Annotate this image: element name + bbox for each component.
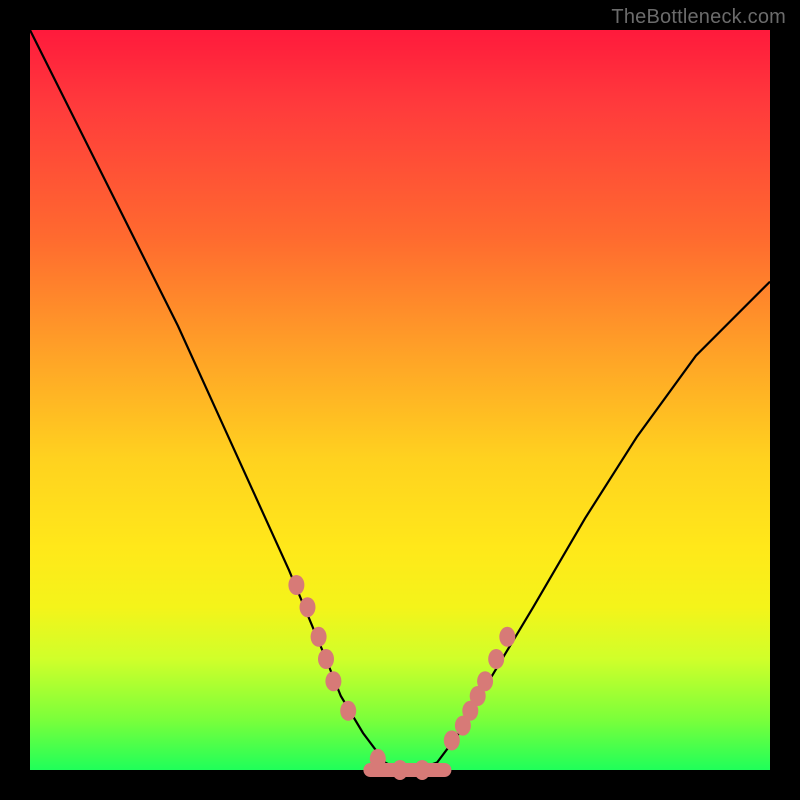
highlight-dot — [444, 730, 460, 750]
highlight-dot — [300, 597, 316, 617]
highlight-dot — [488, 649, 504, 669]
highlight-dot — [414, 760, 430, 780]
chart-frame: TheBottleneck.com — [0, 0, 800, 800]
highlight-dot — [325, 671, 341, 691]
highlight-dot — [288, 575, 304, 595]
highlight-dot — [499, 627, 515, 647]
highlight-dot — [340, 701, 356, 721]
highlight-dot — [311, 627, 327, 647]
highlight-dot — [477, 671, 493, 691]
curve-svg — [30, 30, 770, 770]
highlight-dot — [370, 749, 386, 769]
highlight-dot — [392, 760, 408, 780]
bottleneck-curve — [30, 30, 770, 770]
highlight-dots — [288, 575, 515, 780]
watermark-text: TheBottleneck.com — [611, 6, 786, 29]
plot-area — [30, 30, 770, 770]
highlight-dot — [318, 649, 334, 669]
